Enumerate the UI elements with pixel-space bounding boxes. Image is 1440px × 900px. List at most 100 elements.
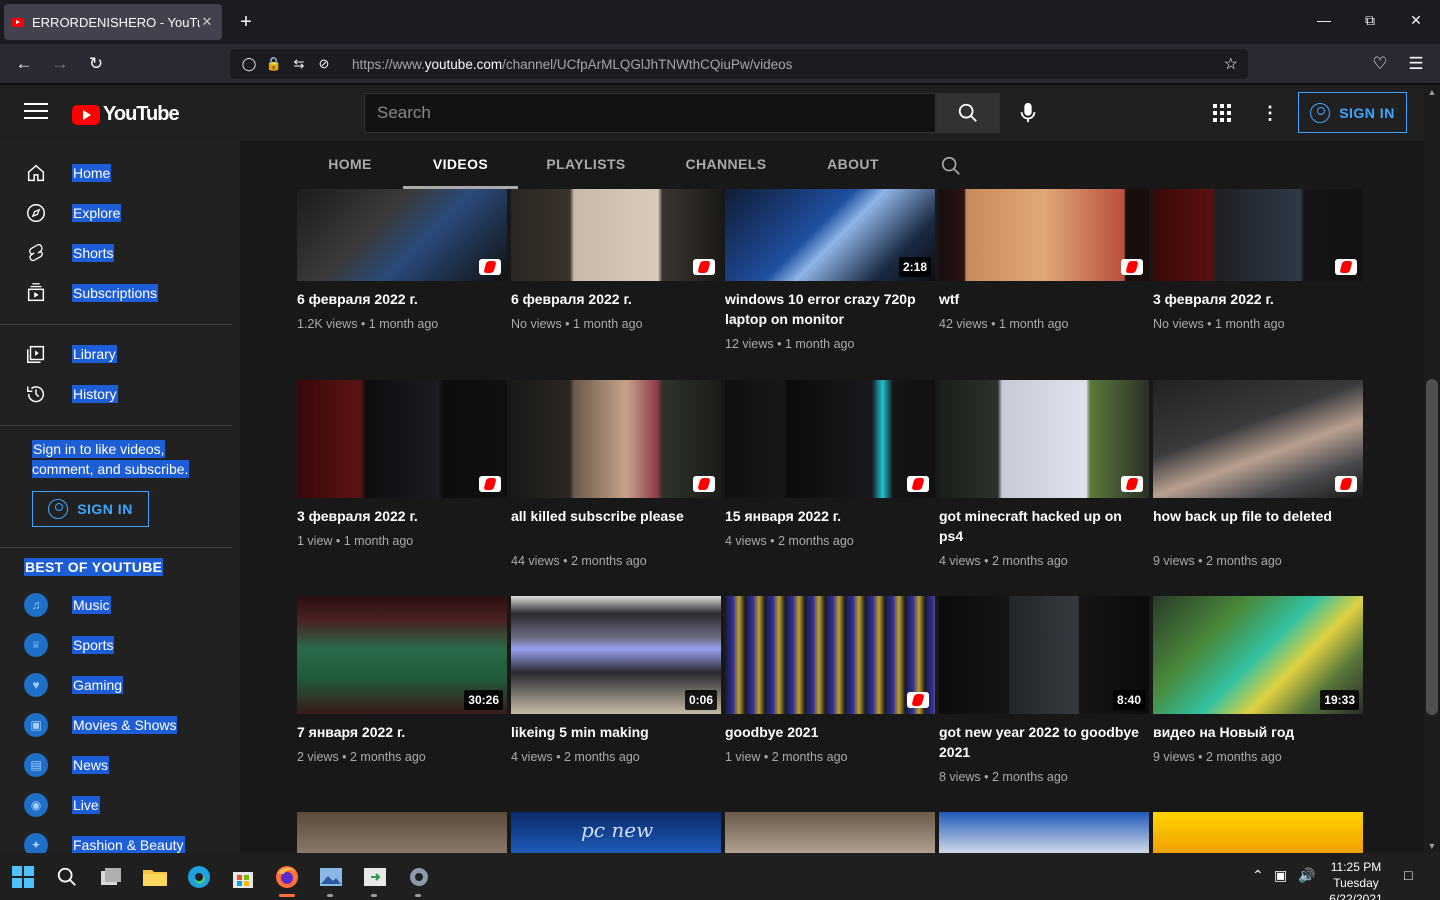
- video-title[interactable]: 6 февраля 2022 г.: [511, 289, 721, 309]
- sidebar-item-home[interactable]: Home: [0, 153, 232, 193]
- video-thumbnail[interactable]: [725, 380, 935, 498]
- scroll-up-arrow-icon[interactable]: ▲: [1424, 87, 1440, 97]
- video-thumbnail[interactable]: [297, 812, 507, 853]
- video-thumbnail[interactable]: [1153, 812, 1363, 853]
- tab-channels[interactable]: CHANNELS: [676, 141, 776, 189]
- sidebar-item-live[interactable]: ◉ Live: [0, 785, 232, 825]
- video-title[interactable]: 6 февраля 2022 г.: [297, 289, 507, 309]
- taskbar-clock[interactable]: 11:25 PM Tuesday 6/22/2021: [1318, 859, 1394, 900]
- autoplay-blocked-icon[interactable]: ⊘: [313, 56, 335, 72]
- video-title[interactable]: 3 февраля 2022 г.: [1153, 289, 1363, 309]
- network-icon[interactable]: ▣: [1274, 867, 1287, 884]
- close-window-icon[interactable]: ✕: [1406, 12, 1426, 29]
- video-thumbnail[interactable]: 19:33: [1153, 596, 1363, 714]
- video-thumbnail[interactable]: 8:40: [939, 596, 1149, 714]
- video-thumbnail[interactable]: 30:26: [297, 596, 507, 714]
- windows-start-icon[interactable]: [10, 864, 36, 890]
- apps-grid-icon[interactable]: [1210, 101, 1234, 125]
- sidebar-item-history[interactable]: History: [0, 374, 232, 414]
- voice-search-button[interactable]: [1016, 101, 1040, 125]
- tab-playlists[interactable]: PLAYLISTS: [538, 141, 634, 189]
- page-scrollbar[interactable]: ▲ ▼: [1424, 85, 1440, 853]
- sidebar-item-subscriptions[interactable]: Subscriptions: [0, 273, 232, 313]
- browser-tab[interactable]: ERRORDENISHERO - YouTube ✕: [4, 4, 222, 40]
- search-input[interactable]: Search: [364, 93, 936, 133]
- settings-gear-icon[interactable]: [406, 864, 432, 890]
- video-title[interactable]: got new year 2022 to goodbye 2021: [939, 722, 1149, 762]
- pocket-icon[interactable]: ♡: [1368, 52, 1392, 76]
- forward-icon[interactable]: →: [48, 52, 72, 76]
- sidebar-item-movies-shows[interactable]: ▣ Movies & Shows: [0, 705, 232, 745]
- sidebar-item-gaming[interactable]: ♥ Gaming: [0, 665, 232, 705]
- scrollbar-thumb[interactable]: [1426, 379, 1438, 715]
- video-thumbnail[interactable]: [297, 380, 507, 498]
- sidebar-item-shorts[interactable]: Shorts: [0, 233, 232, 273]
- video-thumbnail[interactable]: [725, 596, 935, 714]
- restore-icon[interactable]: ⧉: [1360, 12, 1380, 29]
- scroll-down-arrow-icon[interactable]: ▼: [1424, 841, 1440, 851]
- video-title[interactable]: 7 января 2022 г.: [297, 722, 507, 742]
- video-thumbnail[interactable]: [1153, 380, 1363, 498]
- firefox-icon[interactable]: [274, 864, 300, 890]
- sidebar-sign-in-button[interactable]: SIGN IN: [32, 491, 149, 527]
- video-title[interactable]: видео на Новый год: [1153, 722, 1363, 742]
- video-title[interactable]: goodbye 2021: [725, 722, 935, 742]
- notifications-icon[interactable]: □: [1404, 867, 1412, 883]
- store-icon[interactable]: [230, 864, 256, 890]
- video-thumbnail[interactable]: [939, 812, 1149, 853]
- task-view-icon[interactable]: [98, 864, 124, 890]
- search-taskbar-icon[interactable]: [54, 864, 80, 890]
- youtube-logo[interactable]: YouTube: [72, 103, 180, 126]
- sidebar-item-sports[interactable]: ♕ Sports: [0, 625, 232, 665]
- video-thumbnail[interactable]: [725, 812, 935, 853]
- tray-chevron-up-icon[interactable]: ⌃: [1252, 867, 1264, 884]
- back-icon[interactable]: ←: [12, 52, 36, 76]
- shield-icon[interactable]: ◯: [238, 56, 260, 72]
- video-thumbnail[interactable]: [511, 380, 721, 498]
- tab-videos[interactable]: VIDEOS: [403, 141, 518, 189]
- app-icon[interactable]: [362, 864, 388, 890]
- guide-menu-icon[interactable]: [24, 103, 48, 121]
- address-bar[interactable]: ◯ 🔒 ⇆ ⊘ https://www.youtube.com/channel/…: [230, 49, 1248, 79]
- video-title[interactable]: 3 февраля 2022 г.: [297, 506, 507, 526]
- video-thumbnail[interactable]: [939, 380, 1149, 498]
- channel-search-icon[interactable]: [940, 155, 962, 177]
- app-menu-icon[interactable]: ☰: [1404, 52, 1428, 76]
- video-title[interactable]: likeing 5 min making: [511, 722, 721, 742]
- volume-icon[interactable]: 🔊: [1298, 867, 1315, 884]
- tab-close-icon[interactable]: ✕: [200, 14, 214, 30]
- edge-icon[interactable]: [186, 864, 212, 890]
- lock-icon[interactable]: 🔒: [263, 56, 285, 72]
- bookmark-star-icon[interactable]: ☆: [1224, 54, 1238, 74]
- video-title[interactable]: all killed subscribe please: [511, 506, 721, 526]
- sidebar-item-music[interactable]: ♫ Music: [0, 585, 232, 625]
- video-thumbnail[interactable]: [1153, 189, 1363, 281]
- video-thumbnail[interactable]: [297, 189, 507, 281]
- minimize-icon[interactable]: —: [1314, 12, 1334, 28]
- reload-icon[interactable]: ↻: [84, 52, 108, 76]
- permissions-icon[interactable]: ⇆: [288, 56, 310, 72]
- photos-icon[interactable]: [318, 864, 344, 890]
- video-title[interactable]: wtf: [939, 289, 1149, 309]
- video-title[interactable]: windows 10 error crazy 720p laptop on mo…: [725, 289, 935, 329]
- video-title[interactable]: got minecraft hacked up on ps4: [939, 506, 1149, 546]
- sign-in-button[interactable]: SIGN IN: [1298, 92, 1407, 133]
- video-thumbnail[interactable]: pc new: [511, 812, 721, 853]
- sidebar-item-news[interactable]: ▤ News: [0, 745, 232, 785]
- video-thumbnail[interactable]: [511, 189, 721, 281]
- tab-about[interactable]: ABOUT: [818, 141, 888, 189]
- file-explorer-icon[interactable]: [142, 864, 168, 890]
- new-tab-button[interactable]: +: [234, 10, 258, 34]
- video-thumbnail[interactable]: 2:18: [725, 189, 935, 281]
- video-title[interactable]: how back up file to deleted: [1153, 506, 1363, 526]
- video-thumbnail[interactable]: [939, 189, 1149, 281]
- sidebar-item-explore[interactable]: Explore: [0, 193, 232, 233]
- sidebar-item-fashion-beauty[interactable]: ✦ Fashion & Beauty: [0, 825, 232, 853]
- settings-more-icon[interactable]: ⋮: [1258, 101, 1282, 125]
- sidebar-item-library[interactable]: Library: [0, 334, 232, 374]
- tab-home[interactable]: HOME: [316, 141, 384, 189]
- search-button[interactable]: [936, 93, 1000, 133]
- url-text[interactable]: https://www.youtube.com/channel/UCfpArML…: [352, 57, 792, 72]
- video-thumbnail[interactable]: 0:06: [511, 596, 721, 714]
- video-title[interactable]: 15 января 2022 г.: [725, 506, 935, 526]
